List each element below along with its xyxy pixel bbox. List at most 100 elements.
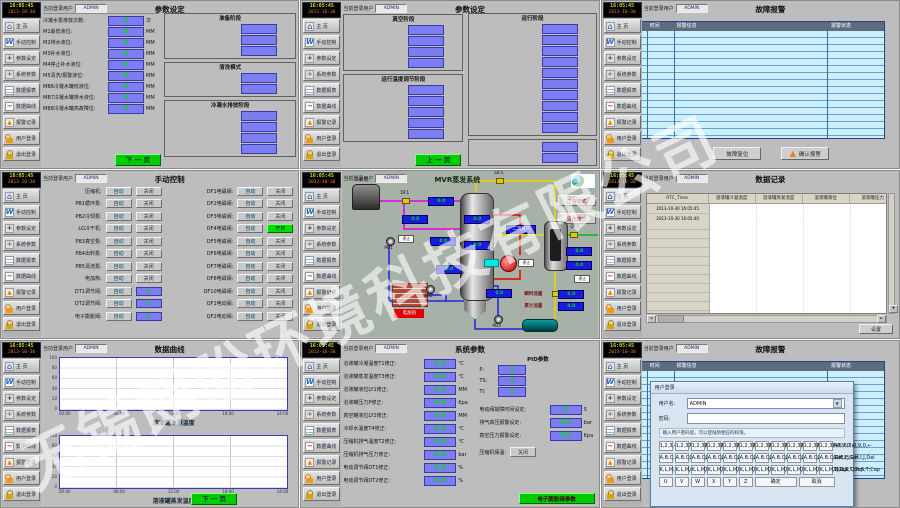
keyboard-key[interactable]: 1,2,3,4,5,6,7,8,9,0,← bbox=[803, 441, 817, 451]
param-value-input[interactable]: 0.0 bbox=[550, 418, 582, 428]
device-state-button[interactable]: 关闭 bbox=[267, 237, 293, 246]
vertical-scrollbar[interactable]: ▼ bbox=[888, 193, 895, 314]
scrollbar-thumb[interactable] bbox=[658, 315, 684, 323]
param-value-input[interactable] bbox=[408, 47, 444, 57]
device-state-button[interactable]: 关闭 bbox=[267, 274, 293, 283]
param-value-input[interactable]: 0.0 bbox=[424, 398, 456, 408]
param-value-input[interactable] bbox=[241, 84, 277, 94]
sidebar-item[interactable]: 数据报表 bbox=[604, 253, 641, 267]
scroll-right-icon[interactable]: ► bbox=[877, 315, 886, 323]
sidebar-item[interactable]: 主 页 bbox=[604, 189, 641, 203]
keyboard-key[interactable]: K,L,M,N,O,P,Q,R,S,T,Cap bbox=[819, 465, 833, 475]
sidebar-item[interactable]: 报警记录 bbox=[3, 455, 40, 469]
device-state-button[interactable]: 关闭 bbox=[136, 274, 162, 283]
keyboard-key[interactable]: 1,2,3,4,5,6,7,8,9,0,← bbox=[675, 441, 689, 451]
device-mode-button[interactable]: 自动 bbox=[237, 224, 263, 233]
sidebar-item[interactable]: 退出登录 bbox=[3, 317, 40, 331]
sidebar-item[interactable]: 报警记录 bbox=[303, 455, 340, 469]
device-mode-button[interactable]: 自动 bbox=[237, 237, 263, 246]
device-state-button[interactable]: 关闭 bbox=[136, 249, 162, 258]
sidebar-item[interactable]: 手动控制 bbox=[3, 375, 40, 389]
device-mode-button[interactable]: 自动 bbox=[237, 287, 263, 296]
device-state-button[interactable]: 0 bbox=[136, 299, 162, 308]
device-mode-button[interactable]: 自动 bbox=[237, 262, 263, 271]
settings-button[interactable]: 设置 bbox=[859, 324, 893, 334]
device-state-button[interactable]: 关闭 bbox=[267, 199, 293, 208]
param-value-input[interactable]: 0.0 bbox=[424, 437, 456, 447]
param-value-input[interactable]: 0 bbox=[550, 405, 582, 415]
keyboard-key[interactable]: 1,2,3,4,5,6,7,8,9,0,← bbox=[787, 441, 801, 451]
keyboard-key[interactable]: K,L,M,N,O,P,Q,R,S,T,Cap bbox=[739, 465, 753, 475]
sidebar-item[interactable]: 用户登录 bbox=[303, 131, 340, 145]
keyboard-key[interactable]: K,L,M,N,O,P,Q,R,S,T,Cap bbox=[691, 465, 705, 475]
param-value-input[interactable]: 0 bbox=[108, 93, 144, 103]
scroll-left-icon[interactable]: ◄ bbox=[647, 315, 656, 323]
sidebar-item[interactable]: 数据报表 bbox=[3, 83, 40, 97]
fault-reset-button[interactable]: 故障复位 bbox=[713, 147, 761, 160]
keyboard-key[interactable]: K,L,M,N,O,P,Q,R,S,T,Cap bbox=[771, 465, 785, 475]
param-value-input[interactable]: 0 bbox=[108, 60, 144, 70]
device-mode-button[interactable]: 自动 bbox=[237, 199, 263, 208]
expansion-valve-params-button[interactable]: 电子膨胀阀参数 bbox=[519, 493, 595, 504]
keyboard-key[interactable]: 1,2,3,4,5,6,7,8,9,0,← bbox=[819, 441, 833, 451]
sidebar-item[interactable]: 用户登录 bbox=[604, 301, 641, 315]
sidebar-item[interactable]: 用户登录 bbox=[3, 471, 40, 485]
horizontal-scrollbar[interactable]: ◄ ► bbox=[646, 315, 887, 323]
sidebar-item[interactable]: 数据报表 bbox=[303, 83, 340, 97]
sidebar-item[interactable]: 数据曲线 bbox=[604, 99, 641, 113]
param-value-input[interactable] bbox=[542, 35, 578, 45]
keyboard-key[interactable]: K,L,M,N,O,P,Q,R,S,T,Cap bbox=[803, 465, 817, 475]
device-state-button[interactable]: 关闭 bbox=[136, 224, 162, 233]
device-mode-button[interactable]: 自动 bbox=[106, 249, 132, 258]
param-value-input[interactable]: 0 bbox=[108, 27, 144, 37]
param-value-input[interactable] bbox=[408, 129, 444, 139]
device-state-button[interactable]: 关闭 bbox=[267, 212, 293, 221]
sidebar-item[interactable]: 参数设定 bbox=[303, 51, 340, 65]
device-mode-button[interactable]: 自动 bbox=[106, 224, 132, 233]
sidebar-item[interactable]: 退出登录 bbox=[303, 317, 340, 331]
keyboard-key[interactable]: K,L,M,N,O,P,Q,R,S,T,Cap bbox=[659, 465, 673, 475]
sidebar-item[interactable]: 数据报表 bbox=[604, 423, 641, 437]
param-value-input[interactable]: 0.0 bbox=[424, 385, 456, 395]
sidebar-item[interactable]: 数据曲线 bbox=[303, 269, 340, 283]
sidebar-item[interactable]: 系统参数 bbox=[303, 67, 340, 81]
param-value-input[interactable]: 0 bbox=[108, 104, 144, 114]
pid-value-input[interactable]: 0 bbox=[498, 387, 526, 397]
sidebar-item[interactable]: 系统参数 bbox=[604, 237, 641, 251]
param-value-input[interactable]: 0 bbox=[108, 49, 144, 59]
sidebar-item[interactable]: 退出登录 bbox=[3, 487, 40, 501]
param-value-input[interactable]: 0 bbox=[108, 71, 144, 81]
normal-mode-button[interactable]: 正常模式 bbox=[558, 195, 596, 206]
sidebar-item[interactable]: 手动控制 bbox=[3, 205, 40, 219]
param-value-input[interactable]: 0 bbox=[108, 38, 144, 48]
param-value-input[interactable] bbox=[542, 153, 578, 163]
keyboard-key[interactable]: A,B,C,D,E,F,G,H,I,J,Del bbox=[739, 453, 753, 463]
param-value-input[interactable] bbox=[241, 24, 277, 34]
device-mode-button[interactable]: 自动 bbox=[106, 212, 132, 221]
sidebar-item[interactable]: 参数设定 bbox=[3, 221, 40, 235]
param-value-input[interactable] bbox=[542, 57, 578, 67]
param-value-input[interactable] bbox=[408, 25, 444, 35]
sidebar-item[interactable]: 用户登录 bbox=[3, 301, 40, 315]
sidebar-item[interactable]: 用户登录 bbox=[604, 471, 641, 485]
param-value-input[interactable]: 0.0 bbox=[424, 450, 456, 460]
param-value-input[interactable] bbox=[241, 133, 277, 143]
keyboard-key[interactable]: 1,2,3,4,5,6,7,8,9,0,← bbox=[755, 441, 769, 451]
sidebar-item[interactable]: 主 页 bbox=[303, 189, 340, 203]
table-row[interactable]: 2013-10-30 16:05:45 bbox=[647, 204, 886, 214]
param-value-input[interactable] bbox=[542, 112, 578, 122]
keyboard-key[interactable]: A,B,C,D,E,F,G,H,I,J,Del bbox=[819, 453, 833, 463]
sidebar-item[interactable]: 数据曲线 bbox=[303, 439, 340, 453]
keyboard-key[interactable]: 1,2,3,4,5,6,7,8,9,0,← bbox=[659, 441, 673, 451]
sidebar-item[interactable]: 报警记录 bbox=[3, 115, 40, 129]
keyboard-key[interactable]: A,B,C,D,E,F,G,H,I,J,Del bbox=[675, 453, 689, 463]
param-value-input[interactable]: 0.0 bbox=[424, 424, 456, 434]
param-value-input[interactable] bbox=[241, 111, 277, 121]
sidebar-item[interactable]: 退出登录 bbox=[604, 487, 641, 501]
next-page-button[interactable]: 下 一 页 bbox=[191, 493, 237, 505]
sidebar-item[interactable]: 手动控制 bbox=[303, 205, 340, 219]
device-mode-button[interactable]: 自动 bbox=[106, 299, 132, 308]
keyboard-key[interactable]: A,B,C,D,E,F,G,H,I,J,Del bbox=[803, 453, 817, 463]
sidebar-item[interactable]: 数据曲线 bbox=[604, 269, 641, 283]
sidebar-item[interactable]: 手动控制 bbox=[604, 205, 641, 219]
